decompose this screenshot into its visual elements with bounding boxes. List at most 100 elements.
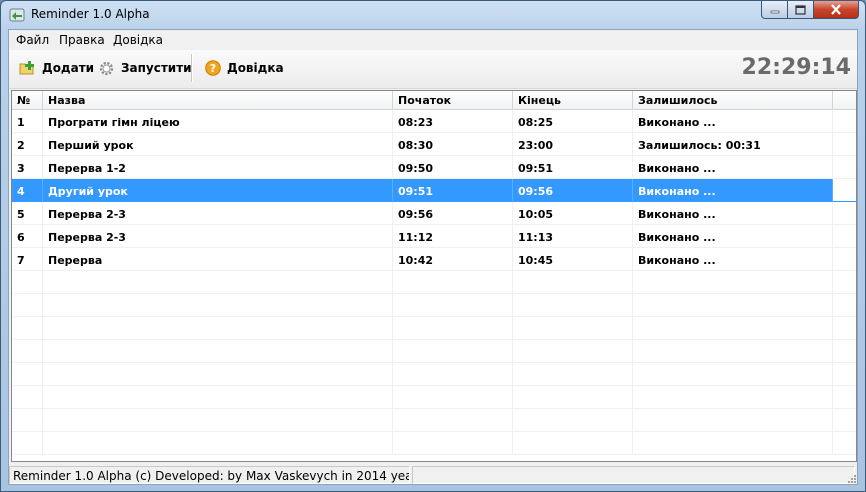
cell-filler bbox=[833, 317, 856, 340]
close-button[interactable] bbox=[814, 1, 859, 19]
cell-number: 3 bbox=[12, 156, 43, 179]
menu-file[interactable]: Файл bbox=[16, 33, 49, 47]
cell-start: 11:12 bbox=[393, 225, 513, 248]
cell-filler bbox=[833, 409, 856, 432]
cell-filler bbox=[833, 156, 856, 179]
cell-start: 09:51 bbox=[393, 179, 513, 202]
cell-number bbox=[12, 409, 43, 432]
cell-filler bbox=[833, 386, 856, 409]
cell-filler bbox=[833, 432, 856, 455]
title-bar[interactable]: Reminder 1.0 Alpha bbox=[1, 1, 865, 29]
cell-start bbox=[393, 271, 513, 294]
run-button-label: Запустити bbox=[121, 61, 192, 75]
cell-end bbox=[513, 294, 633, 317]
cell-remaining: Виконано ... bbox=[633, 202, 833, 225]
cell-name: Перерва 2-3 bbox=[43, 202, 393, 225]
table-row bbox=[12, 432, 856, 455]
app-icon bbox=[9, 8, 25, 22]
schedule-table[interactable]: № Назва Початок Кінець Залишилось 1 Прогр… bbox=[11, 90, 857, 462]
cell-filler bbox=[833, 271, 856, 294]
cell-end bbox=[513, 271, 633, 294]
cell-number: 4 bbox=[12, 179, 43, 202]
cell-name: Програти гімн ліцею bbox=[43, 110, 393, 133]
menu-edit[interactable]: Правка bbox=[59, 33, 105, 47]
client-area: Файл Правка Довідка Додати Запустити ? Д… bbox=[8, 29, 858, 485]
col-header-start[interactable]: Початок bbox=[393, 91, 513, 109]
cell-number: 5 bbox=[12, 202, 43, 225]
cell-remaining: Виконано ... bbox=[633, 225, 833, 248]
table-row bbox=[12, 409, 856, 432]
toolbar-separator bbox=[191, 54, 193, 82]
cell-filler bbox=[833, 202, 856, 225]
col-header-name[interactable]: Назва bbox=[43, 91, 393, 109]
cell-name: Перерва bbox=[43, 248, 393, 271]
status-text: Reminder 1.0 Alpha (c) Developed: by Max… bbox=[9, 466, 410, 484]
gear-icon bbox=[99, 61, 114, 75]
run-button[interactable]: Запустити bbox=[98, 58, 192, 78]
table-row[interactable]: 5 Перерва 2-3 09:56 10:05 Виконано ... bbox=[12, 202, 856, 225]
cell-end: 11:13 bbox=[513, 225, 633, 248]
cell-remaining bbox=[633, 294, 833, 317]
cell-end bbox=[513, 317, 633, 340]
resize-grip-icon[interactable] bbox=[845, 472, 857, 484]
cell-filler bbox=[833, 110, 856, 133]
table-row[interactable]: 6 Перерва 2-3 11:12 11:13 Виконано ... bbox=[12, 225, 856, 248]
cell-filler bbox=[833, 340, 856, 363]
cell-start bbox=[393, 363, 513, 386]
cell-start: 08:30 bbox=[393, 133, 513, 156]
cell-number bbox=[12, 271, 43, 294]
col-header-end[interactable]: Кінець bbox=[513, 91, 633, 109]
table-row bbox=[12, 317, 856, 340]
cell-start: 08:23 bbox=[393, 110, 513, 133]
help-button[interactable]: ? Довідка bbox=[205, 58, 284, 78]
table-row bbox=[12, 340, 856, 363]
table-row[interactable]: 4 Другий урок 09:51 09:56 Виконано ... bbox=[12, 179, 856, 202]
cell-number bbox=[12, 386, 43, 409]
cell-end bbox=[513, 432, 633, 455]
cell-end bbox=[513, 409, 633, 432]
cell-number: 1 bbox=[12, 110, 43, 133]
cell-end bbox=[513, 386, 633, 409]
table-row[interactable]: 3 Перерва 1-2 09:50 09:51 Виконано ... bbox=[12, 156, 856, 179]
add-button[interactable]: Додати bbox=[19, 58, 94, 78]
status-bar: Reminder 1.0 Alpha (c) Developed: by Max… bbox=[9, 464, 857, 484]
cell-name bbox=[43, 409, 393, 432]
cell-number bbox=[12, 340, 43, 363]
cell-end: 10:05 bbox=[513, 202, 633, 225]
cell-number: 2 bbox=[12, 133, 43, 156]
cell-name: Другий урок bbox=[43, 179, 393, 202]
help-icon: ? bbox=[205, 60, 221, 76]
table-row[interactable]: 2 Перший урок 08:30 23:00 Залишилось: 00:31 bbox=[12, 133, 856, 156]
cell-start bbox=[393, 409, 513, 432]
cell-end bbox=[513, 363, 633, 386]
cell-name: Перерва 1-2 bbox=[43, 156, 393, 179]
cell-end: 09:56 bbox=[513, 179, 633, 202]
maximize-button[interactable] bbox=[788, 1, 814, 19]
cell-remaining bbox=[633, 363, 833, 386]
cell-end: 23:00 bbox=[513, 133, 633, 156]
cell-start bbox=[393, 432, 513, 455]
cell-remaining: Виконано ... bbox=[633, 110, 833, 133]
menu-help[interactable]: Довідка bbox=[113, 33, 163, 47]
cell-filler bbox=[833, 248, 856, 271]
cell-remaining bbox=[633, 386, 833, 409]
cell-name: Перший урок bbox=[43, 133, 393, 156]
cell-remaining bbox=[633, 432, 833, 455]
cell-filler bbox=[833, 363, 856, 386]
window-title: Reminder 1.0 Alpha bbox=[31, 7, 150, 21]
cell-start: 10:42 bbox=[393, 248, 513, 271]
cell-start bbox=[393, 294, 513, 317]
clock-display: 22:29:14 bbox=[741, 55, 851, 80]
cell-filler bbox=[833, 133, 856, 156]
table-row[interactable]: 7 Перерва 10:42 10:45 Виконано ... bbox=[12, 248, 856, 271]
minimize-button[interactable] bbox=[761, 1, 788, 19]
col-header-remaining[interactable]: Залишилось bbox=[633, 91, 833, 109]
col-header-number[interactable]: № bbox=[12, 91, 43, 109]
cell-start bbox=[393, 386, 513, 409]
cell-number bbox=[12, 363, 43, 386]
table-row[interactable]: 1 Програти гімн ліцею 08:23 08:25 Виконано .… bbox=[12, 110, 856, 133]
cell-filler bbox=[833, 294, 856, 317]
add-icon bbox=[19, 61, 34, 75]
table-row bbox=[12, 294, 856, 317]
add-button-label: Додати bbox=[42, 61, 95, 75]
